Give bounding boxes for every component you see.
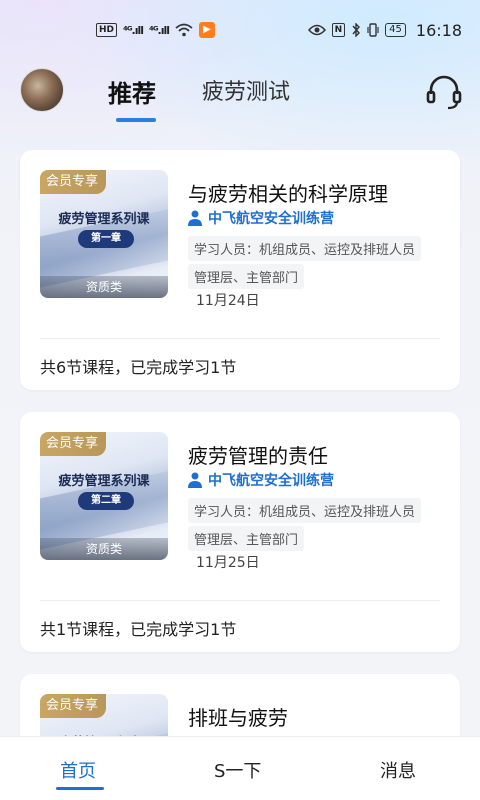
member-badge: 会员专享 (40, 694, 107, 718)
person-icon (188, 472, 202, 488)
course-card[interactable]: 会员专享 疲劳管理系列课 第二章 资质类 疲劳管理的责任 中飞航空安全训练营 学… (20, 412, 460, 652)
signal-icon-2: ⁴ᴳ.ıll (149, 23, 170, 37)
tab-fatigue-test[interactable]: 疲劳测试 (202, 74, 290, 106)
audience-tag: 管理层、主管部门 (188, 526, 305, 551)
tab-recommend[interactable]: 推荐 (108, 74, 156, 109)
divider (40, 338, 440, 339)
thumbnail-category: 资质类 (40, 276, 168, 298)
course-date: 11月24日 (196, 293, 260, 309)
course-thumbnail: 会员专享 疲劳管理系列课 第二章 资质类 (40, 432, 168, 560)
organizer-name: 中飞航空安全训练营 (208, 211, 334, 227)
member-badge: 会员专享 (40, 432, 107, 456)
clock: 16:18 (415, 20, 462, 40)
divider (40, 600, 440, 601)
nav-home[interactable]: 首页 (60, 757, 96, 783)
course-date: 11月25日 (196, 555, 260, 571)
course-organizer: 中飞航空安全训练营 (188, 470, 334, 490)
battery-icon: 45 (385, 23, 406, 37)
course-progress: 共6节课程，已完成学习1节 (40, 358, 237, 377)
hd-indicator: HD (96, 23, 118, 37)
thumbnail-category: 资质类 (40, 538, 168, 560)
course-progress: 共1节课程，已完成学习1节 (40, 620, 237, 639)
course-thumbnail: 会员专享 疲劳管理系列课 第一章 资质类 (40, 170, 168, 298)
status-right: N 45 16:18 (307, 20, 462, 40)
member-badge: 会员专享 (40, 170, 107, 194)
course-card[interactable]: 会员专享 疲劳管理系列课 第一章 资质类 与疲劳相关的科学原理 中飞航空安全训练… (20, 150, 460, 390)
course-organizer: 中飞航空安全训练营 (188, 208, 334, 228)
eye-icon (307, 24, 326, 36)
headset-icon[interactable] (424, 72, 464, 112)
audience-tag: 学习人员：机组成员、运控及排班人员 (188, 498, 422, 523)
top-header: 推荐 疲劳测试 (0, 60, 480, 130)
avatar[interactable] (20, 68, 64, 112)
nav-active-indicator (56, 787, 104, 790)
bottom-navigation: 首页 S一下 消息 (0, 736, 480, 800)
active-tab-indicator (116, 118, 156, 122)
vibrate-icon (367, 23, 379, 37)
status-left: HD ⁴ᴳ.ıll ⁴ᴳ.ıll ▶ (96, 22, 216, 38)
status-bar: HD ⁴ᴳ.ıll ⁴ᴳ.ıll ▶ N 45 16:18 (0, 0, 480, 60)
course-title: 与疲劳相关的科学原理 (188, 182, 388, 206)
bluetooth-icon (352, 23, 361, 37)
nfc-icon: N (331, 23, 346, 37)
nav-search[interactable]: S一下 (214, 757, 261, 783)
app-notification-icon: ▶ (199, 22, 216, 38)
nav-messages[interactable]: 消息 (380, 757, 416, 783)
organizer-name: 中飞航空安全训练营 (208, 473, 334, 489)
thumbnail-title: 疲劳管理系列课 (58, 212, 150, 227)
course-title: 疲劳管理的责任 (188, 444, 328, 468)
audience-tag: 学习人员：机组成员、运控及排班人员 (188, 236, 422, 261)
thumbnail-title: 疲劳管理系列课 (58, 474, 150, 489)
signal-icon: ⁴ᴳ.ıll (123, 23, 144, 37)
audience-tag: 管理层、主管部门 (188, 264, 305, 289)
person-icon (188, 210, 202, 226)
wifi-icon (175, 23, 193, 37)
thumbnail-chapter: 第一章 (78, 230, 134, 248)
course-title: 排班与疲劳 (188, 706, 288, 730)
thumbnail-chapter: 第二章 (78, 492, 134, 510)
